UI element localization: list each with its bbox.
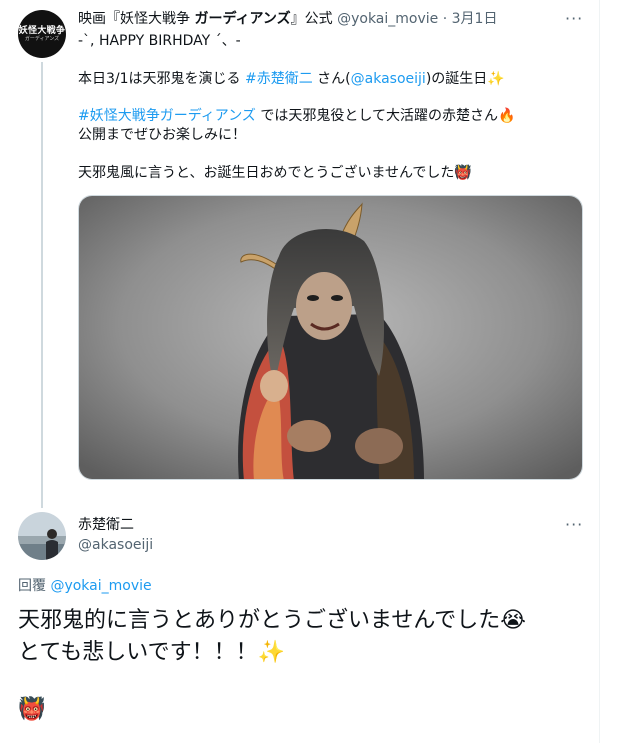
- avatar-akasoeiji[interactable]: [18, 512, 66, 560]
- thread-connector-line: [41, 62, 43, 508]
- amanojaku-character-photo: [79, 196, 582, 479]
- avatar-logo-subtitle: ガーディアンズ: [24, 35, 60, 42]
- tweet-header: 映画『妖怪大戦争 ガーディアンズ』公式 @yokai_movie · 3月1日: [78, 10, 497, 28]
- loudly-crying-icon: 😭: [500, 608, 526, 633]
- avatar-logo-title: 妖怪大戦争: [18, 25, 66, 36]
- reply-handle[interactable]: @akasoeiji: [78, 536, 153, 554]
- tweet-text-line-3: #妖怪大戦争ガーディアンズ では天邪鬼役として大活躍の赤楚さん🔥: [78, 108, 516, 124]
- tweet-text-line-1: -`, HAPPY BIRHDAY ´、-: [78, 33, 241, 49]
- reply-body-line-1: 天邪鬼的に言うとありがとうございませんでした😭: [18, 608, 526, 633]
- replying-to: 回覆 @yokai_movie: [18, 577, 152, 595]
- oni-icon: 👹: [18, 697, 46, 722]
- tweet-text-line-2: 本日3/1は天邪鬼を演じる #赤楚衛二 さん(@akasoeiji)の誕生日✨: [78, 71, 505, 87]
- tweet-photo[interactable]: [78, 195, 583, 480]
- tweet-text-line-5: 天邪鬼風に言うと、お誕生日おめでとうございませんでした👹: [78, 165, 472, 181]
- tweet-dot-separator: ·: [442, 11, 448, 27]
- fire-icon: 🔥: [497, 108, 516, 124]
- avatar-yokai-movie[interactable]: 妖怪大戦争 ガーディアンズ: [18, 10, 66, 58]
- reply-body-line-2: とても悲しいです！！！✨: [18, 640, 285, 665]
- tweet-display-name[interactable]: 映画『妖怪大戦争 ガーディアンズ』公式: [78, 11, 333, 27]
- reply-to-mention[interactable]: @yokai_movie: [50, 578, 151, 594]
- tweet-more-icon[interactable]: ···: [565, 11, 583, 27]
- oni-icon: 👹: [454, 165, 472, 181]
- reply-body-line-3: 👹: [18, 694, 45, 726]
- tweet-date[interactable]: 3月1日: [452, 11, 498, 27]
- reply-display-name[interactable]: 赤楚衛二: [78, 516, 134, 534]
- mention-akasoeiji[interactable]: @akasoeiji: [351, 71, 426, 87]
- avatar-photo: [18, 512, 66, 560]
- reply-label: 回覆: [18, 578, 46, 594]
- sparkles-icon: ✨: [257, 640, 285, 665]
- sparkles-icon: ✨: [487, 71, 505, 87]
- tweet-handle[interactable]: @yokai_movie: [337, 11, 438, 27]
- reply-more-icon[interactable]: ···: [565, 517, 583, 533]
- tweet-text-line-4: 公開までぜひお楽しみに！: [78, 127, 246, 143]
- hashtag-yokai-movie[interactable]: #妖怪大戦争ガーディアンズ: [78, 108, 256, 124]
- hashtag-akaso-eiji[interactable]: #赤楚衛二: [245, 71, 313, 87]
